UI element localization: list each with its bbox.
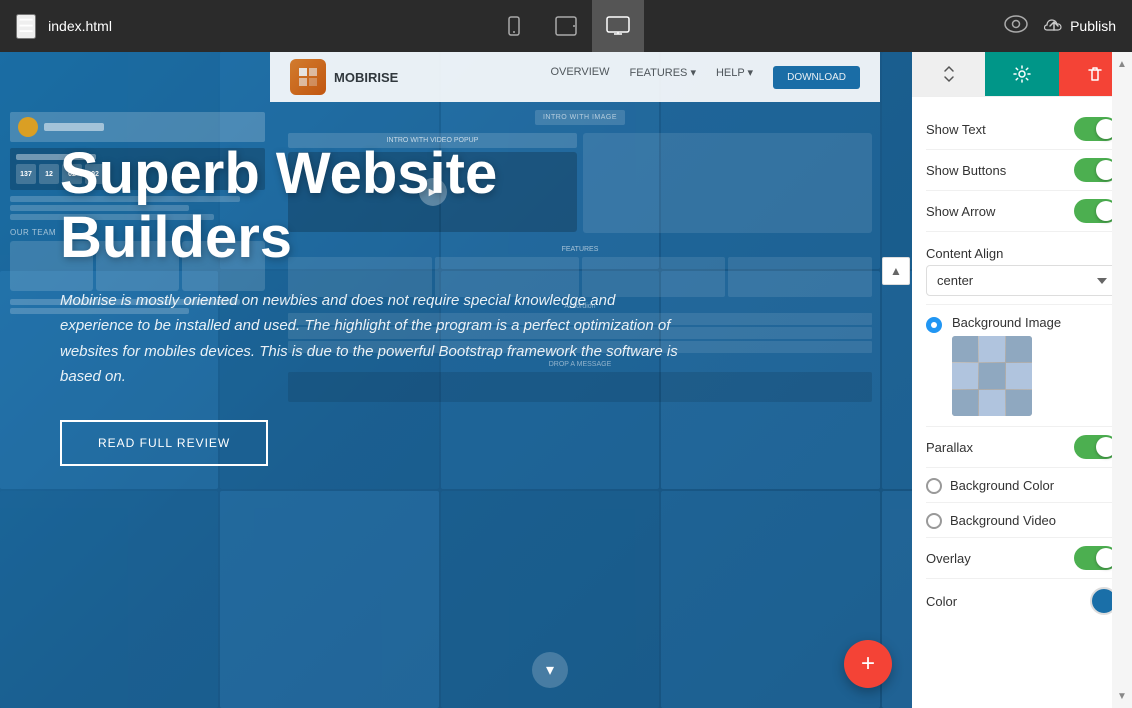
nav-links: OVERVIEW FEATURES ▾ HELP ▾ DOWNLOAD	[550, 66, 860, 89]
background-color-radio[interactable]	[926, 478, 942, 494]
overlay-label: Overlay	[926, 551, 971, 566]
background-image-label: Background Image	[952, 315, 1118, 330]
panel-settings-button[interactable]	[985, 52, 1058, 96]
nav-logo: MOBIRISE	[290, 59, 398, 95]
intro-badge-2: INTRO WITH IMAGE	[535, 110, 625, 125]
hamburger-button[interactable]: ☰	[16, 14, 36, 39]
background-video-row: Background Video	[926, 503, 1118, 538]
show-buttons-row: Show Buttons	[926, 150, 1118, 191]
background-image-thumbnail[interactable]	[952, 336, 1032, 416]
content-align-select[interactable]: center left right	[926, 265, 1118, 296]
background-video-label: Background Video	[950, 513, 1118, 528]
main-area: 137 12 02 02 OUR TEAM	[0, 52, 1132, 708]
hero-title: Superb Website Builders	[60, 142, 820, 270]
color-row: Color	[926, 579, 1118, 623]
panel-toolbar	[912, 52, 1132, 97]
device-mobile-button[interactable]	[488, 0, 540, 52]
preview-nav: MOBIRISE OVERVIEW FEATURES ▾ HELP ▾ DOWN…	[270, 52, 880, 102]
hero-title-line2: Builders	[60, 205, 292, 270]
scroll-arrows: ▲ ▼	[1112, 52, 1132, 708]
background-color-row: Background Color	[926, 468, 1118, 503]
device-tablet-button[interactable]	[540, 0, 592, 52]
show-text-row: Show Text	[926, 109, 1118, 150]
nav-logo-text: MOBIRISE	[334, 70, 398, 85]
content-align-label: Content Align	[926, 246, 1118, 261]
show-buttons-label: Show Buttons	[926, 163, 1006, 178]
nav-logo-icon	[290, 59, 326, 95]
topbar: ☰ index.html Publish	[0, 0, 1132, 52]
scroll-down-button[interactable]: ▼	[1112, 686, 1132, 706]
topbar-left: ☰ index.html	[16, 14, 112, 39]
content-align-section: Content Align center left right	[926, 232, 1118, 305]
panel-collapse-button[interactable]: ▲	[882, 257, 910, 285]
preview-button[interactable]	[1004, 13, 1028, 39]
parallax-row: Parallax	[926, 427, 1118, 468]
background-color-label: Background Color	[950, 478, 1118, 493]
hero-title-line1: Superb Website	[60, 141, 497, 206]
nav-help: HELP ▾	[716, 66, 753, 89]
nav-download-btn[interactable]: DOWNLOAD	[773, 66, 860, 89]
device-switcher	[488, 0, 644, 52]
count-box-1: 137	[16, 164, 36, 184]
down-arrow-button[interactable]: ▾	[532, 652, 568, 688]
show-arrow-row: Show Arrow	[926, 191, 1118, 232]
parallax-label: Parallax	[926, 440, 973, 455]
device-desktop-button[interactable]	[592, 0, 644, 52]
publish-button[interactable]: Publish	[1044, 18, 1116, 34]
background-image-radio[interactable]	[926, 317, 942, 333]
right-panel: Show Text Show Buttons Show Arrow Conten…	[912, 52, 1132, 708]
show-text-label: Show Text	[926, 122, 986, 137]
hero-read-full-review-button[interactable]: READ FULL REVIEW	[60, 420, 268, 466]
scroll-up-button[interactable]: ▲	[1112, 54, 1132, 74]
fab-add-button[interactable]: +	[844, 640, 892, 688]
panel-reorder-button[interactable]	[912, 52, 985, 96]
hero-subtitle: Mobirise is mostly oriented on newbies a…	[60, 288, 680, 390]
topbar-right: Publish	[1004, 13, 1116, 39]
count-box-2: 12	[39, 164, 59, 184]
show-arrow-label: Show Arrow	[926, 204, 995, 219]
color-label: Color	[926, 594, 957, 609]
nav-overview: OVERVIEW	[550, 66, 609, 89]
background-video-radio[interactable]	[926, 513, 942, 529]
file-name: index.html	[48, 18, 112, 34]
background-image-row: Background Image	[926, 305, 1118, 427]
nav-features: FEATURES ▾	[630, 66, 696, 89]
panel-content: Show Text Show Buttons Show Arrow Conten…	[912, 97, 1132, 708]
overlay-row: Overlay	[926, 538, 1118, 579]
hero-content: Superb Website Builders Mobirise is most…	[60, 142, 820, 466]
